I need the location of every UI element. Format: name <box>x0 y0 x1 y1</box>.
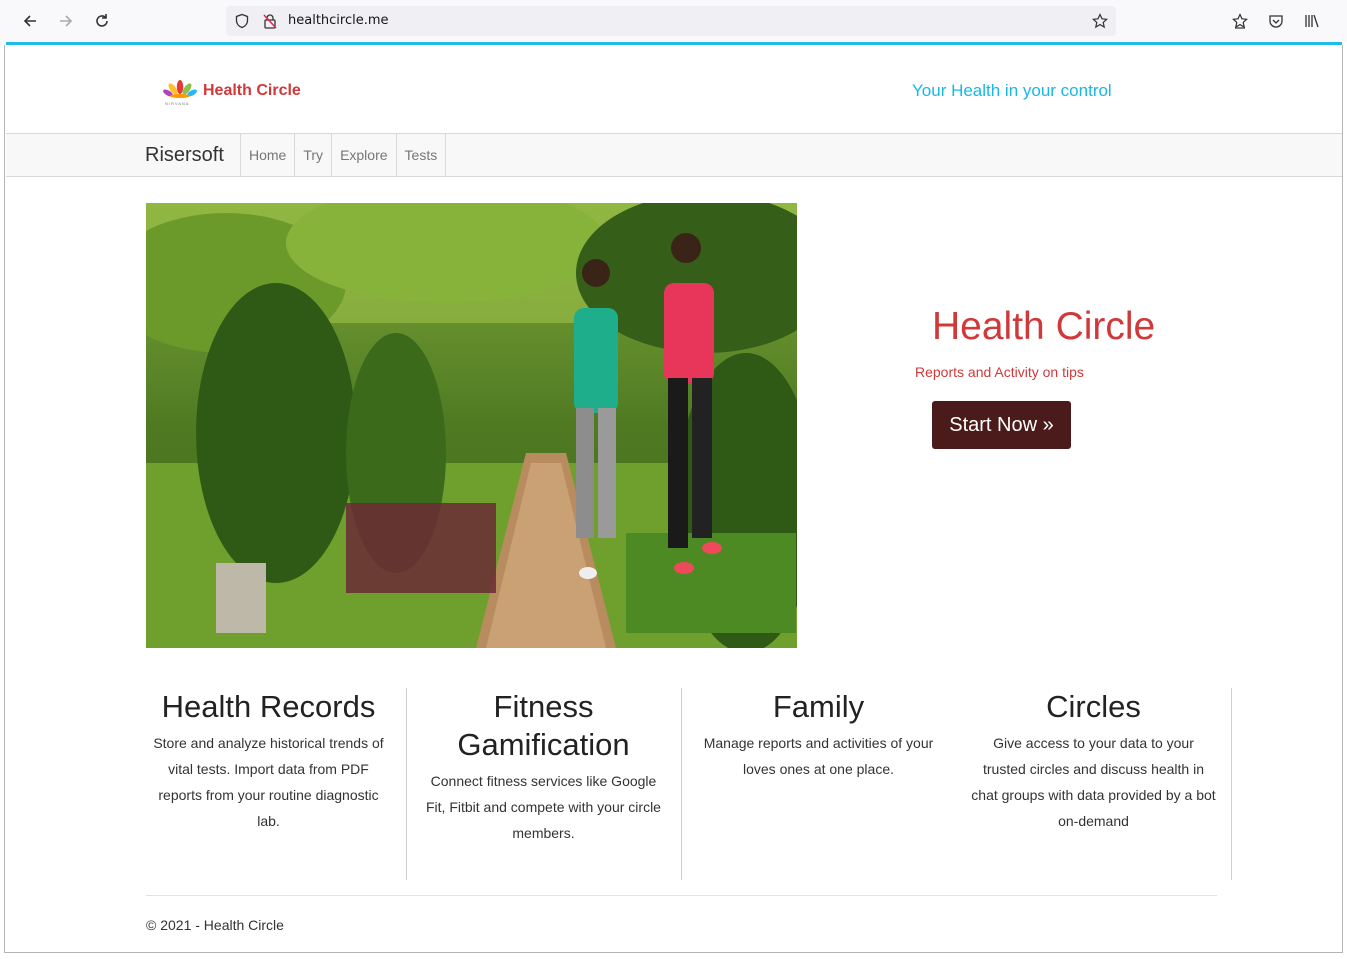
library-icon[interactable] <box>1300 9 1324 33</box>
back-arrow-icon[interactable] <box>18 9 42 33</box>
start-now-button[interactable]: Start Now » <box>932 401 1071 449</box>
feature-text: Connect fitness services like Google Fit… <box>426 773 661 841</box>
logo-subtext: NIRVANA <box>165 101 190 106</box>
pocket-icon[interactable] <box>1264 9 1288 33</box>
tagline: Your Health in your control <box>912 81 1112 100</box>
feature-text: Store and analyze historical trends of v… <box>153 735 384 829</box>
url-text[interactable]: healthcircle.me <box>288 13 389 28</box>
reload-icon[interactable] <box>90 9 114 33</box>
feature-health-records: Health Records Store and analyze histori… <box>146 688 391 880</box>
nav-link-explore[interactable]: Explore <box>331 134 395 176</box>
feature-divider <box>681 688 682 880</box>
feature-divider <box>406 688 407 880</box>
shield-icon[interactable] <box>234 13 250 29</box>
feature-title: Circles <box>1046 689 1141 724</box>
navbar: Risersoft Home Try Explore Tests <box>6 133 1342 177</box>
hero-image <box>146 203 797 648</box>
nav-link-home[interactable]: Home <box>240 134 294 176</box>
feature-text: Give access to your data to your trusted… <box>971 735 1216 829</box>
feature-title: Family <box>772 689 865 724</box>
nav-links: Home Try Explore Tests <box>240 134 447 176</box>
insecure-lock-icon[interactable] <box>262 13 278 29</box>
hero-subtitle: Reports and Activity on tips <box>915 364 1084 380</box>
navbar-brand[interactable]: Risersoft <box>145 144 224 167</box>
extensions-icon[interactable] <box>1228 9 1252 33</box>
browser-toolbar: healthcircle.me <box>0 0 1347 42</box>
feature-family: Family Manage reports and activities of … <box>696 688 941 880</box>
hero-title: Health Circle <box>932 305 1156 348</box>
feature-text: Manage reports and activities of your lo… <box>703 735 934 777</box>
brand-name[interactable]: Health Circle <box>203 82 301 100</box>
bookmark-star-icon[interactable] <box>1092 13 1108 29</box>
nav-link-try[interactable]: Try <box>294 134 331 176</box>
feature-title: Health Records <box>161 689 376 724</box>
feature-divider <box>1231 688 1232 880</box>
feature-circles: Circles Give access to your data to your… <box>971 688 1216 880</box>
lotus-logo-icon: NIRVANA <box>161 76 199 106</box>
url-bar[interactable]: healthcircle.me <box>226 6 1116 36</box>
footer-divider <box>146 895 1217 896</box>
feature-title: Fitness Gamification <box>457 689 630 762</box>
feature-fitness-gamification: Fitness Gamification Connect fitness ser… <box>421 688 666 880</box>
forward-arrow-icon[interactable] <box>54 9 78 33</box>
site-brand[interactable]: NIRVANA Health Circle <box>161 76 301 106</box>
nav-link-tests[interactable]: Tests <box>395 134 447 176</box>
footer-copyright: © 2021 - Health Circle <box>146 917 284 933</box>
